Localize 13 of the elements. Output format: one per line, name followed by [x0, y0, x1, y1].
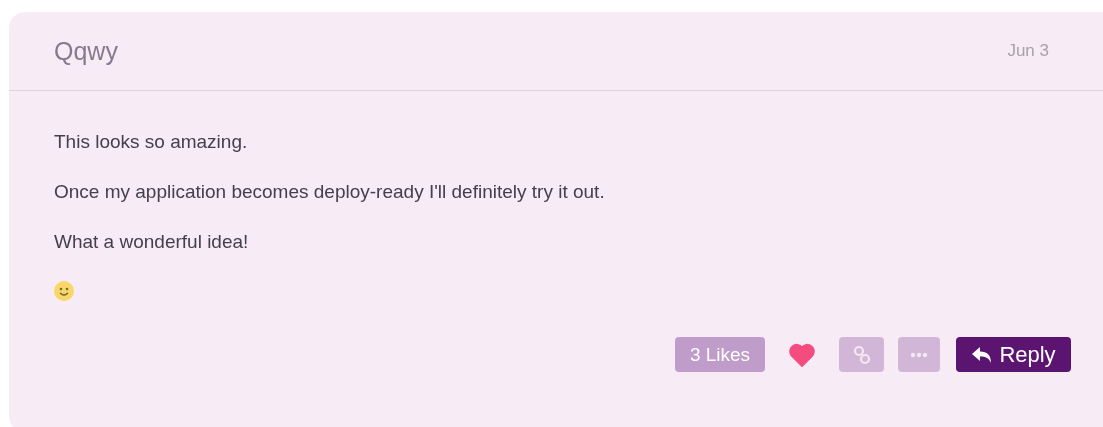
author-name: Qqwy: [54, 36, 118, 66]
ellipsis-icon: [909, 351, 929, 358]
reply-button[interactable]: Reply: [956, 337, 1071, 372]
reply-icon: [971, 344, 994, 365]
comment-paragraph: Once my application becomes deploy-ready I'll definitely try it out.: [54, 181, 606, 203]
link-icon: [851, 344, 872, 365]
post-date: Jun 3: [1007, 41, 1049, 61]
more-button[interactable]: [898, 337, 940, 372]
link-button[interactable]: [839, 337, 884, 372]
comment-paragraph: What a wonderful idea!: [54, 231, 250, 253]
smiley-icon: [54, 281, 74, 301]
heart-icon[interactable]: [789, 342, 815, 367]
comment-paragraph: This looks so amazing.: [54, 131, 249, 153]
